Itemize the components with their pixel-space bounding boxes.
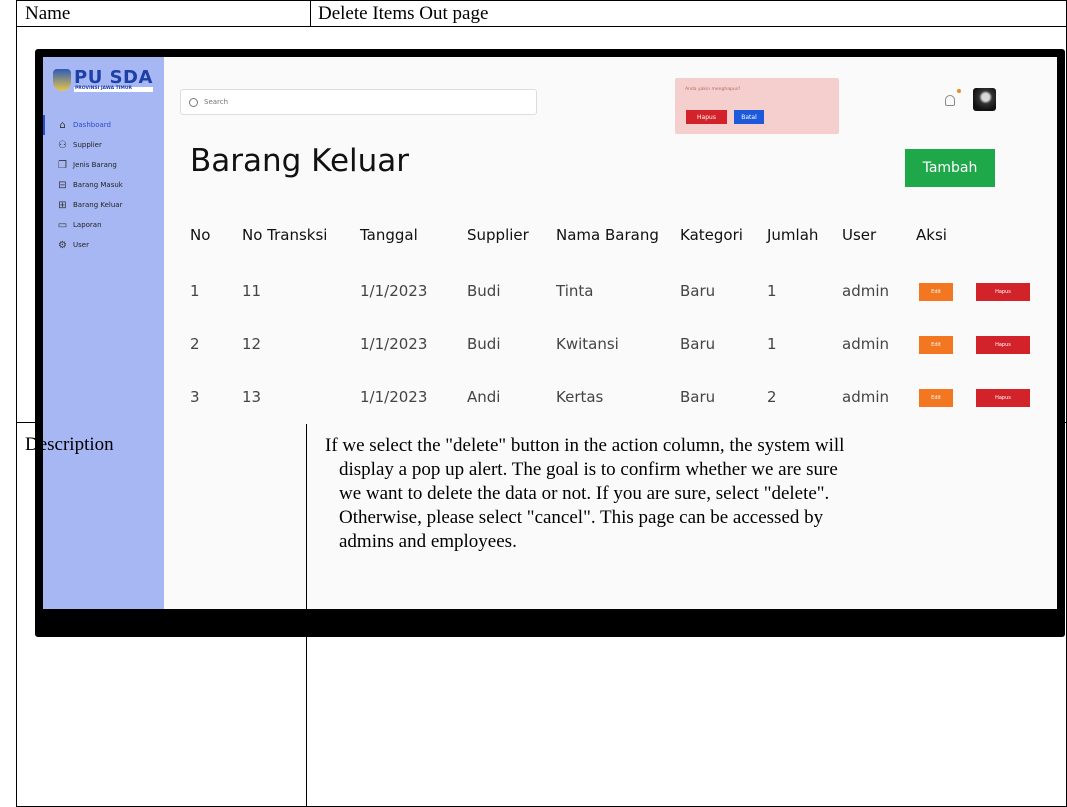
table-cell: 12 [242, 335, 262, 353]
table-cell: 1 [767, 335, 777, 353]
table-cell: Tinta [556, 282, 594, 300]
cell-divider [306, 424, 307, 807]
users-icon: ⚇ [58, 139, 67, 151]
delete-confirm-alert: Anda yakin menghapus? Hapus Batal [675, 78, 839, 134]
sidebar-item-barang-masuk[interactable]: ⊟ Barang Masuk [43, 175, 164, 195]
table-cell: 1 [190, 282, 200, 300]
column-header: Supplier [467, 226, 529, 244]
report-icon: ▭ [57, 219, 68, 231]
table-cell: 1/1/2023 [360, 335, 428, 353]
sidebar-nav: ⌂ Dashboard ⚇ Supplier ❐ Jenis Barang ⊟ … [43, 115, 164, 255]
alert-cancel-button[interactable]: Batal [734, 110, 764, 124]
delete-button[interactable]: Hapus [976, 389, 1030, 407]
sidebar-item-label: Barang Keluar [73, 201, 123, 209]
avatar[interactable] [973, 88, 996, 111]
table-cell: Budi [467, 282, 501, 300]
gear-icon: ⚙ [58, 239, 67, 251]
sidebar-item-label: Barang Masuk [73, 181, 123, 189]
table-cell: Baru [680, 282, 716, 300]
column-header: Aksi [916, 226, 947, 244]
table-cell: Baru [680, 335, 716, 353]
table-cell: admin [842, 335, 889, 353]
inbox-in-icon: ⊟ [58, 179, 67, 191]
page-title: Barang Keluar [190, 143, 410, 179]
search-icon [189, 97, 198, 107]
home-icon: ⌂ [59, 119, 66, 131]
description-line: admins and employees. [339, 531, 517, 552]
column-header: No [190, 226, 211, 244]
name-value: Delete Items Out page [318, 3, 489, 24]
name-row: Name Delete Items Out page [17, 1, 1066, 27]
table-cell: 1 [767, 282, 777, 300]
cell-divider [310, 1, 311, 27]
table-cell: 13 [242, 388, 262, 406]
table-cell: Kwitansi [556, 335, 619, 353]
description-label: Description [25, 434, 114, 455]
sidebar-item-label: Dashboard [73, 121, 111, 129]
table-cell: Andi [467, 388, 501, 406]
description-line: Otherwise, please select "cancel". This … [339, 507, 824, 528]
layers-icon: ❐ [58, 159, 67, 171]
logo-title: PU SDA [74, 67, 153, 88]
table-cell: Baru [680, 388, 716, 406]
notification-dot [957, 89, 961, 93]
sidebar-item-label: Laporan [73, 221, 102, 229]
alert-message: Anda yakin menghapus? [685, 87, 741, 92]
table-row: 2 12 1/1/2023 Budi Kwitansi Baru 1 admin… [190, 329, 1057, 359]
table-header: No No Transksi Tanggal Supplier Nama Bar… [190, 220, 1057, 250]
inbox-out-icon: ⊞ [58, 199, 67, 211]
description-text: If we select the "delete" button in the … [325, 434, 1050, 554]
table-row: 3 13 1/1/2023 Andi Kertas Baru 2 admin E… [190, 382, 1057, 412]
alert-confirm-delete-button[interactable]: Hapus [686, 110, 727, 124]
delete-button[interactable]: Hapus [976, 283, 1030, 301]
sidebar-item-label: User [73, 241, 89, 249]
name-label: Name [25, 3, 71, 24]
document-table: Name Delete Items Out page PU SDA PROVIN… [16, 0, 1067, 807]
table-cell: 2 [190, 335, 200, 353]
sidebar-item-dashboard[interactable]: ⌂ Dashboard [43, 115, 164, 135]
table-cell: 1/1/2023 [360, 388, 428, 406]
sidebar-item-label: Jenis Barang [73, 161, 117, 169]
add-button[interactable]: Tambah [905, 149, 995, 187]
search-input[interactable] [204, 98, 300, 106]
column-header: Jumlah [767, 226, 819, 244]
table-cell: Budi [467, 335, 501, 353]
edit-button[interactable]: Edit [919, 389, 953, 407]
column-header: Kategori [680, 226, 743, 244]
description-line: we want to delete the data or not. If yo… [339, 483, 830, 504]
sidebar-item-jenis-barang[interactable]: ❐ Jenis Barang [43, 155, 164, 175]
table-cell: 2 [767, 388, 777, 406]
sidebar-item-user[interactable]: ⚙ User [43, 235, 164, 255]
table-cell: 3 [190, 388, 200, 406]
sidebar-item-label: Supplier [73, 141, 102, 149]
column-header: No Transksi [242, 226, 328, 244]
sidebar-item-laporan[interactable]: ▭ Laporan [43, 215, 164, 235]
bell-icon[interactable] [945, 95, 955, 106]
table-cell: Kertas [556, 388, 604, 406]
sidebar-item-barang-keluar[interactable]: ⊞ Barang Keluar [43, 195, 164, 215]
edit-button[interactable]: Edit [919, 336, 953, 354]
column-header: Tanggal [360, 226, 418, 244]
table-row: 1 11 1/1/2023 Budi Tinta Baru 1 admin Ed… [190, 276, 1057, 306]
edit-button[interactable]: Edit [919, 283, 953, 301]
column-header: Nama Barang [556, 226, 659, 244]
logo: PU SDA PROVINSI JAWA TIMUR [53, 69, 153, 92]
table-cell: admin [842, 388, 889, 406]
logo-emblem-icon [53, 69, 71, 92]
delete-button[interactable]: Hapus [976, 336, 1030, 354]
sidebar-item-supplier[interactable]: ⚇ Supplier [43, 135, 164, 155]
search-box[interactable] [180, 89, 537, 115]
table-cell: 11 [242, 282, 262, 300]
description-line: If we select the "delete" button in the … [325, 435, 845, 456]
description-line: display a pop up alert. The goal is to c… [339, 459, 838, 480]
table-cell: 1/1/2023 [360, 282, 428, 300]
table-cell: admin [842, 282, 889, 300]
description-row: Description If we select the "delete" bu… [17, 424, 1066, 807]
column-header: User [842, 226, 877, 244]
screenshot-row: PU SDA PROVINSI JAWA TIMUR ⌂ Dashboard ⚇… [17, 27, 1066, 637]
